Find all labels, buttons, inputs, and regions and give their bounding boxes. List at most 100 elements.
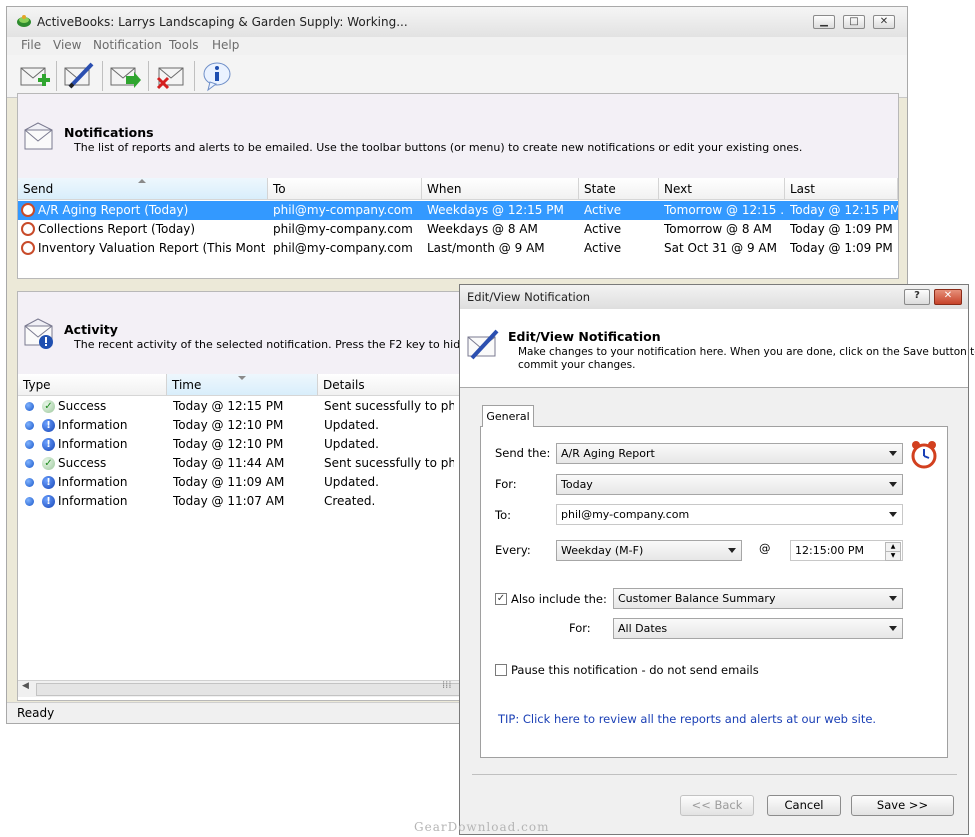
send-report-select[interactable]: A/R Aging Report xyxy=(556,443,903,464)
scroll-grip-icon: ⁞⁞⁞ xyxy=(442,680,452,691)
also-for-value: All Dates xyxy=(618,622,668,635)
also-report-value: Customer Balance Summary xyxy=(618,592,776,605)
cell-state: Active xyxy=(584,203,622,217)
dialog-header-title: Edit/View Notification xyxy=(508,329,661,344)
cell-time: Today @ 12:10 PM xyxy=(173,437,284,451)
cell-details: Created. xyxy=(324,494,376,508)
menu-tools[interactable]: Tools xyxy=(169,38,199,52)
send-notification-button[interactable] xyxy=(108,60,142,92)
app-logo-icon xyxy=(17,15,31,27)
edit-view-dialog: Edit/View Notification ? ✕ Edit/View Not… xyxy=(459,284,975,835)
alarm-clock-icon xyxy=(21,222,35,236)
checkmark-icon: ✓ xyxy=(496,593,506,604)
time-stepper[interactable]: 12:15:00 PM ▲ ▼ xyxy=(790,540,903,561)
cell-when: Weekdays @ 8 AM xyxy=(427,222,538,236)
success-check-icon: ✓ xyxy=(42,400,55,413)
cell-send: Inventory Valuation Report (This Month) xyxy=(38,241,265,255)
pause-checkbox[interactable] xyxy=(495,664,507,676)
status-text: Ready xyxy=(17,706,55,720)
notifications-panel: Notifications The list of reports and al… xyxy=(17,93,899,279)
notification-row[interactable]: Collections Report (Today) phil@my-compan… xyxy=(18,220,898,239)
alarm-clock-icon xyxy=(21,203,35,217)
every-schedule-value: Weekday (M-F) xyxy=(561,544,644,557)
column-next[interactable]: Next xyxy=(659,178,785,200)
tab-general[interactable]: General xyxy=(482,405,534,427)
delete-notification-button[interactable] xyxy=(154,60,188,92)
column-to[interactable]: To xyxy=(268,178,422,200)
dialog-divider xyxy=(472,774,957,775)
edit-notification-button[interactable] xyxy=(62,60,96,92)
cancel-button[interactable]: Cancel xyxy=(767,795,841,816)
back-button[interactable]: << Back xyxy=(680,795,754,816)
dialog-header: Edit/View Notification Make changes to y… xyxy=(460,309,975,388)
for-period-select[interactable]: Today xyxy=(556,474,903,495)
information-icon: ! xyxy=(42,476,55,489)
main-titlebar[interactable]: ActiveBooks: Larrys Landscaping & Garden… xyxy=(7,7,907,37)
close-button[interactable]: ✕ xyxy=(873,15,895,29)
chevron-down-icon xyxy=(889,482,897,487)
cell-send: Collections Report (Today) xyxy=(38,222,196,236)
cell-time: Today @ 11:44 AM xyxy=(173,456,285,470)
cell-type: Information xyxy=(58,437,128,451)
cell-last: Today @ 12:15 PM xyxy=(790,203,898,217)
main-window-title: ActiveBooks: Larrys Landscaping & Garden… xyxy=(37,15,408,29)
also-report-select[interactable]: Customer Balance Summary xyxy=(613,588,903,609)
bullet-icon xyxy=(25,440,34,449)
menu-bar: File View Notification Tools Help xyxy=(7,37,907,55)
menu-file[interactable]: File xyxy=(21,38,41,52)
info-button[interactable] xyxy=(200,60,234,92)
cell-type: Success xyxy=(58,399,107,413)
minimize-button[interactable]: ▁ xyxy=(813,15,835,29)
tip-link[interactable]: TIP: Click here to review all the report… xyxy=(498,712,876,726)
also-for-select[interactable]: All Dates xyxy=(613,618,903,639)
cell-state: Active xyxy=(584,222,622,236)
notification-row[interactable]: Inventory Valuation Report (This Month) p… xyxy=(18,239,898,258)
dialog-help-button[interactable]: ? xyxy=(904,289,930,305)
cell-send: A/R Aging Report (Today) xyxy=(38,203,189,217)
sort-ascending-icon xyxy=(138,179,146,183)
column-when[interactable]: When xyxy=(422,178,579,200)
cell-details: Sent sucessfully to phil@m xyxy=(324,456,454,470)
save-button[interactable]: Save >> xyxy=(851,795,954,816)
menu-view[interactable]: View xyxy=(53,38,81,52)
column-type[interactable]: Type xyxy=(18,374,167,396)
dialog-close-button[interactable]: ✕ xyxy=(934,289,962,305)
menu-notification[interactable]: Notification xyxy=(93,38,162,52)
notifications-column-headers: Send To When State Next Last xyxy=(18,178,898,200)
new-notification-button[interactable] xyxy=(18,60,52,92)
menu-help[interactable]: Help xyxy=(212,38,239,52)
every-schedule-select[interactable]: Weekday (M-F) xyxy=(556,540,742,561)
bullet-icon xyxy=(25,497,34,506)
cell-type: Information xyxy=(58,475,128,489)
alarm-clock-icon[interactable] xyxy=(909,439,939,469)
notifications-title: Notifications xyxy=(64,125,154,140)
cell-when: Last/month @ 9 AM xyxy=(427,241,545,255)
chevron-down-icon xyxy=(889,451,897,456)
sort-descending-icon xyxy=(238,376,246,380)
cell-details: Updated. xyxy=(324,437,379,451)
cell-details: Updated. xyxy=(324,418,379,432)
scroll-left-icon[interactable]: ◀ xyxy=(22,681,29,691)
column-state[interactable]: State xyxy=(579,178,659,200)
notification-row[interactable]: A/R Aging Report (Today) phil@my-company.… xyxy=(18,201,898,220)
general-tab-panel: Send the: A/R Aging Report For: Today To… xyxy=(480,426,948,758)
dialog-header-desc-line2: commit your changes. xyxy=(518,359,636,371)
stepper-down-icon[interactable]: ▼ xyxy=(885,551,901,561)
chevron-down-icon xyxy=(889,512,897,517)
to-email-field[interactable]: phil@my-company.com xyxy=(556,504,903,525)
cell-details: Updated. xyxy=(324,475,379,489)
send-label: Send the: xyxy=(495,446,551,460)
bullet-icon xyxy=(25,459,34,468)
dialog-titlebar[interactable]: Edit/View Notification ? ✕ xyxy=(460,285,968,310)
for-period-value: Today xyxy=(561,478,593,491)
chevron-down-icon xyxy=(889,596,897,601)
envelope-info-icon xyxy=(24,318,53,349)
maximize-button[interactable]: □ xyxy=(843,15,865,29)
also-include-checkbox[interactable]: ✓ xyxy=(495,593,507,605)
send-report-value: A/R Aging Report xyxy=(561,447,655,460)
cell-to: phil@my-company.com xyxy=(273,241,413,255)
info-icon xyxy=(203,62,231,92)
cell-state: Active xyxy=(584,241,622,255)
column-last[interactable]: Last xyxy=(785,178,898,200)
activity-description: The recent activity of the selected noti… xyxy=(74,338,514,351)
